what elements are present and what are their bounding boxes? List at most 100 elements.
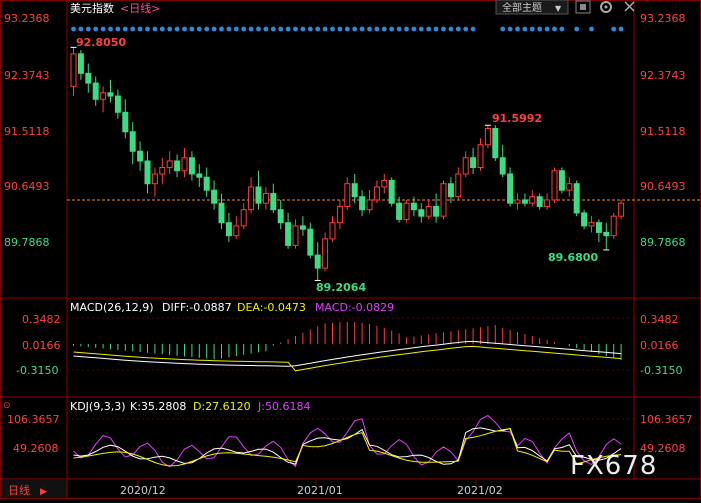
event-dot [145, 26, 150, 32]
candle [581, 209, 588, 230]
candle [433, 193, 440, 223]
candle-body [181, 157, 188, 172]
event-dot [152, 26, 158, 32]
candle [544, 193, 551, 210]
candle [188, 151, 195, 181]
candle-body [233, 225, 240, 237]
candle-body [203, 176, 210, 191]
kdj-j-value: J:50.6184 [257, 400, 310, 413]
event-dot-row [71, 26, 624, 32]
event-dot [448, 26, 454, 32]
candle-body [336, 205, 343, 224]
event-dot [589, 26, 594, 32]
kdj-k-line [73, 427, 622, 465]
candle [196, 164, 203, 187]
candle [285, 212, 292, 249]
candle [484, 125, 491, 148]
event-dot [418, 26, 424, 32]
price-tick-left: 90.6493 [4, 180, 50, 193]
low-annotation: 89.6800 [548, 251, 598, 264]
candle [373, 180, 380, 204]
candle-body [403, 202, 410, 220]
period-link[interactable]: <日线> [120, 1, 160, 15]
candle [462, 151, 469, 178]
annotation-markers [70, 46, 610, 281]
event-dot [611, 26, 617, 32]
candle-body [248, 186, 255, 211]
candle-body [314, 254, 321, 269]
candle-body [573, 183, 580, 214]
settings-icon[interactable] [600, 1, 612, 13]
candle-body [285, 222, 292, 246]
chart-title: 美元指数 [70, 1, 114, 15]
candle-body [610, 215, 617, 237]
kdj-d-line [73, 428, 622, 467]
candle-body [544, 199, 551, 207]
event-dot [167, 26, 173, 32]
close-icon[interactable] [624, 1, 635, 12]
price-tick-right: 92.3743 [640, 69, 686, 82]
theme-dropdown[interactable]: 全部主题 ▼ [495, 0, 569, 15]
candle [77, 49, 84, 80]
candle-body [137, 150, 144, 162]
candle [70, 47, 77, 97]
candle [566, 177, 573, 197]
candle [329, 216, 336, 243]
event-dot [330, 26, 335, 32]
candle-body [558, 170, 565, 191]
candle-body [514, 199, 521, 204]
candle-body [151, 173, 158, 185]
kdj-k-value: K:35.2808 [130, 400, 186, 413]
candle-body [433, 205, 440, 217]
event-dot [189, 26, 195, 32]
candle [144, 151, 151, 194]
event-dot [500, 26, 506, 32]
candle-body [595, 222, 602, 233]
candle [159, 157, 166, 184]
candle [314, 242, 321, 281]
candle-body [551, 170, 558, 201]
candle-body [618, 202, 625, 217]
price-tick-right: 89.7868 [640, 236, 686, 249]
event-dot [515, 26, 520, 32]
event-dot [115, 26, 121, 32]
candle [507, 167, 514, 207]
pin-icon[interactable] [575, 0, 591, 14]
event-dot [315, 26, 321, 32]
event-dot [226, 26, 232, 32]
macd-tick-left: 0.0166 [22, 339, 61, 352]
candle-body [521, 199, 528, 204]
candle-body [107, 92, 114, 97]
candle [477, 138, 484, 171]
event-dot [108, 26, 113, 32]
candle-body [262, 192, 269, 204]
x-tick-label: 2020/12 [120, 484, 166, 497]
candle-body [225, 222, 232, 237]
chart-canvas: 美元指数 <日线> 全部主题 ▼ 93.2368 92.3743 91.5118… [0, 0, 701, 499]
candle [573, 180, 580, 217]
candle-body [240, 209, 247, 227]
event-dot [256, 26, 261, 32]
candle-body [344, 183, 351, 207]
candle [514, 193, 521, 210]
candlestick-series [70, 47, 625, 281]
candle-body [292, 225, 299, 246]
macd-histogram [73, 321, 622, 360]
macd-tick-right: 0.0166 [640, 339, 679, 352]
candle-body [196, 173, 203, 178]
event-dot [293, 26, 298, 32]
price-axis-right: 93.2368 92.3743 91.5118 90.6493 89.7868 [640, 12, 686, 249]
candle [137, 141, 144, 171]
candle-body [351, 183, 358, 198]
candle-body [418, 209, 425, 217]
candle [211, 180, 218, 210]
candle-body [100, 92, 107, 100]
event-dot [396, 26, 402, 32]
low-annotation: 89.2064 [316, 281, 366, 294]
period-selector-label: 日线 [8, 483, 30, 497]
macd-title: MACD(26,12,9) [70, 301, 154, 314]
candle [203, 167, 210, 197]
theme-dropdown-label: 全部主题 [502, 1, 542, 14]
candle [603, 222, 610, 250]
event-dot [78, 26, 84, 32]
